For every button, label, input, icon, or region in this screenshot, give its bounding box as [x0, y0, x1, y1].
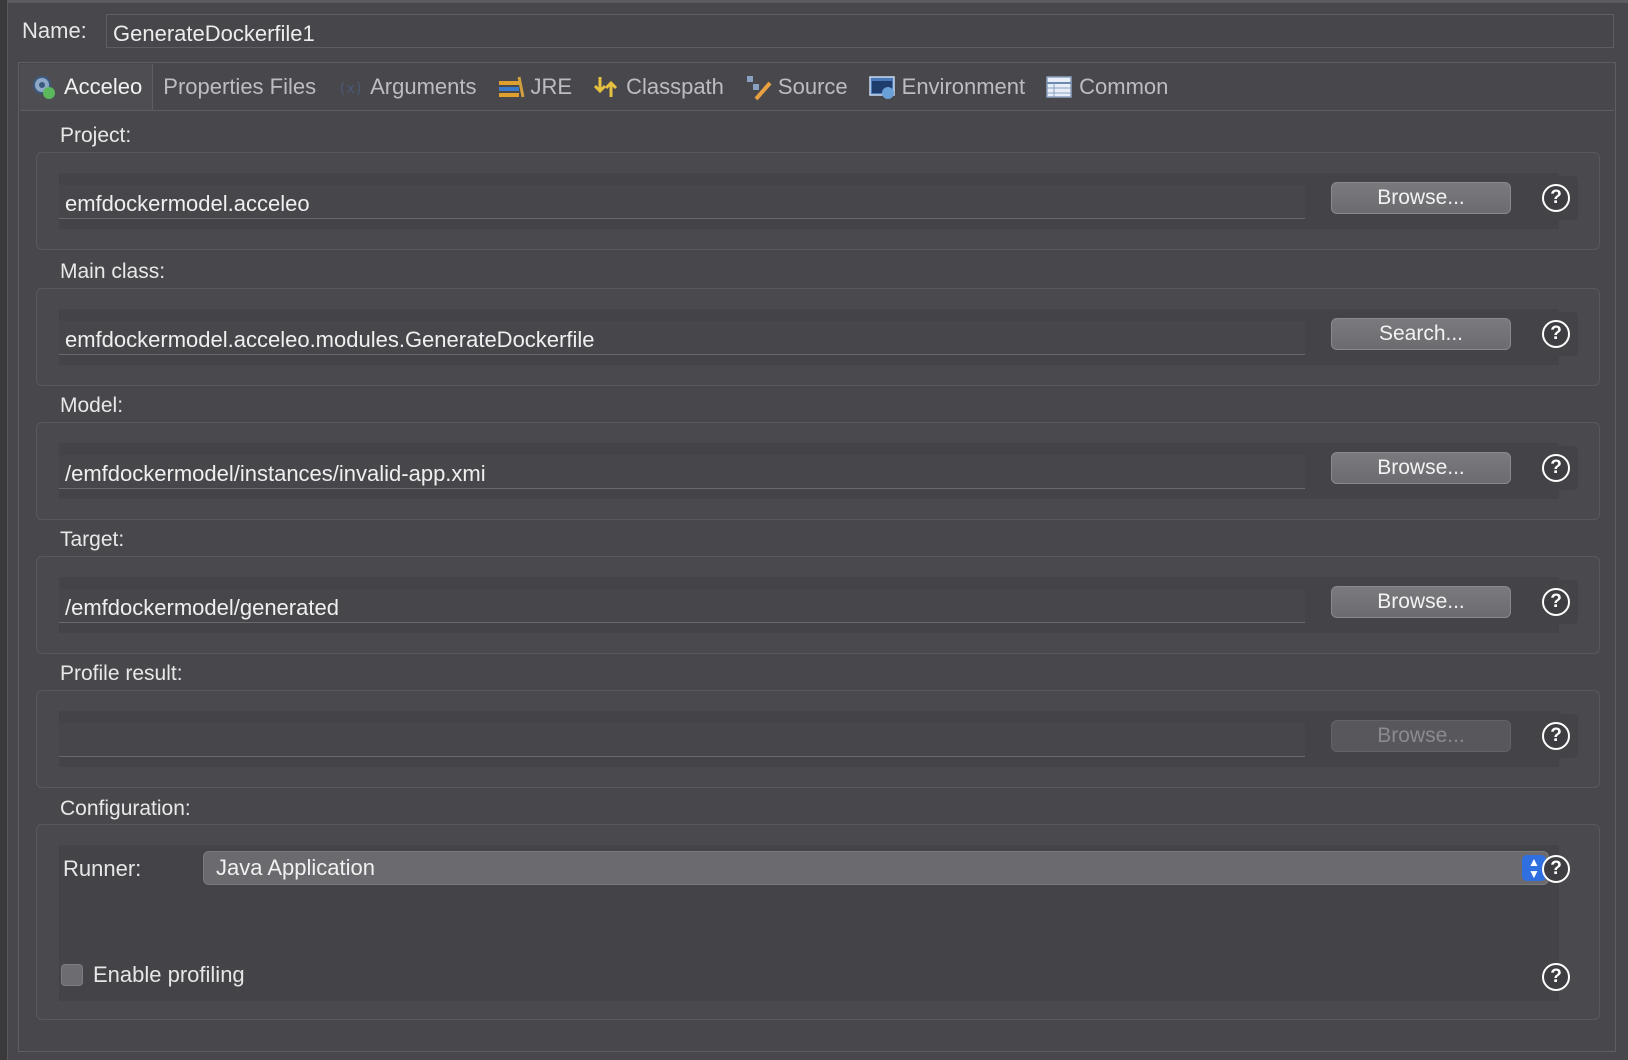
configuration-label: Configuration:: [60, 797, 191, 820]
main-class-field[interactable]: emfdockermodel.acceleo.modules.GenerateD…: [59, 321, 1305, 355]
runner-value: Java Application: [216, 855, 375, 880]
profile-result-label: Profile result:: [60, 662, 183, 685]
main-class-label: Main class:: [60, 260, 166, 283]
tab-arguments[interactable]: (x)= Arguments: [326, 64, 486, 110]
project-group: emfdockermodel.acceleo Browse... ?: [36, 152, 1600, 250]
help-icon[interactable]: ?: [1542, 184, 1570, 212]
project-field[interactable]: emfdockermodel.acceleo: [59, 185, 1305, 219]
model-field[interactable]: /emfdockermodel/instances/invalid-app.xm…: [59, 455, 1305, 489]
project-browse-button[interactable]: Browse...: [1331, 182, 1511, 214]
tab-acceleo[interactable]: Acceleo: [20, 64, 154, 110]
acceleo-icon: [30, 73, 58, 101]
target-group: /emfdockermodel/generated Browse... ?: [36, 556, 1600, 654]
configuration-group: Runner: Java Application ▲ ▼ ? Enable pro…: [36, 824, 1600, 1020]
help-icon[interactable]: ?: [1542, 588, 1570, 616]
help-icon[interactable]: ?: [1542, 320, 1570, 348]
tab-properties-files[interactable]: Properties Files: [153, 64, 326, 110]
enable-profiling-label: Enable profiling: [93, 962, 245, 987]
project-label: Project:: [60, 124, 132, 147]
model-label: Model:: [60, 394, 124, 417]
tab-label: Properties Files: [163, 74, 317, 99]
tab-label: Acceleo: [64, 74, 143, 99]
profile-result-field[interactable]: [59, 723, 1305, 757]
help-icon[interactable]: ?: [1542, 963, 1570, 991]
runner-select[interactable]: Java Application ▲ ▼: [203, 851, 1549, 885]
classpath-icon: [592, 73, 620, 101]
source-icon: [744, 73, 772, 101]
target-browse-button[interactable]: Browse...: [1331, 586, 1511, 618]
enable-profiling-checkbox[interactable]: [61, 964, 83, 986]
target-label: Target:: [60, 528, 125, 551]
tab-label: JRE: [530, 74, 573, 99]
runner-label: Runner:: [63, 856, 142, 881]
main-class-search-button[interactable]: Search...: [1331, 318, 1511, 350]
profile-result-group: Browse... ?: [36, 690, 1600, 788]
tab-environment[interactable]: Environment: [858, 64, 1036, 110]
tab-classpath[interactable]: Classpath: [582, 64, 734, 110]
model-group: /emfdockermodel/instances/invalid-app.xm…: [36, 422, 1600, 520]
tab-bar: Acceleo Properties Files (x)= Arguments …: [20, 64, 1614, 111]
tab-common[interactable]: Common: [1035, 64, 1178, 110]
target-field[interactable]: /emfdockermodel/generated: [59, 589, 1305, 623]
help-icon[interactable]: ?: [1542, 454, 1570, 482]
common-icon: [1045, 73, 1073, 101]
tab-label: Environment: [901, 74, 1026, 99]
tab-label: Source: [777, 74, 848, 99]
jre-icon: [497, 73, 525, 101]
profile-result-browse-button[interactable]: Browse...: [1331, 720, 1511, 752]
main-class-group: emfdockermodel.acceleo.modules.GenerateD…: [36, 288, 1600, 386]
tab-label: Common: [1079, 74, 1169, 99]
name-label: Name:: [22, 18, 87, 43]
tab-label: Classpath: [626, 74, 724, 99]
name-field[interactable]: GenerateDockerfile1: [106, 14, 1614, 48]
model-browse-button[interactable]: Browse...: [1331, 452, 1511, 484]
help-icon[interactable]: ?: [1542, 855, 1570, 883]
tab-jre[interactable]: JRE: [487, 64, 583, 110]
arguments-icon: (x)=: [336, 73, 372, 101]
environment-icon: [868, 73, 896, 101]
window-top-border: [0, 0, 1628, 3]
svg-text:(x)=: (x)=: [338, 81, 364, 97]
tab-label: Arguments: [370, 74, 477, 99]
tab-source[interactable]: Source: [734, 64, 858, 110]
left-edge: [0, 0, 8, 1060]
help-icon[interactable]: ?: [1542, 722, 1570, 750]
